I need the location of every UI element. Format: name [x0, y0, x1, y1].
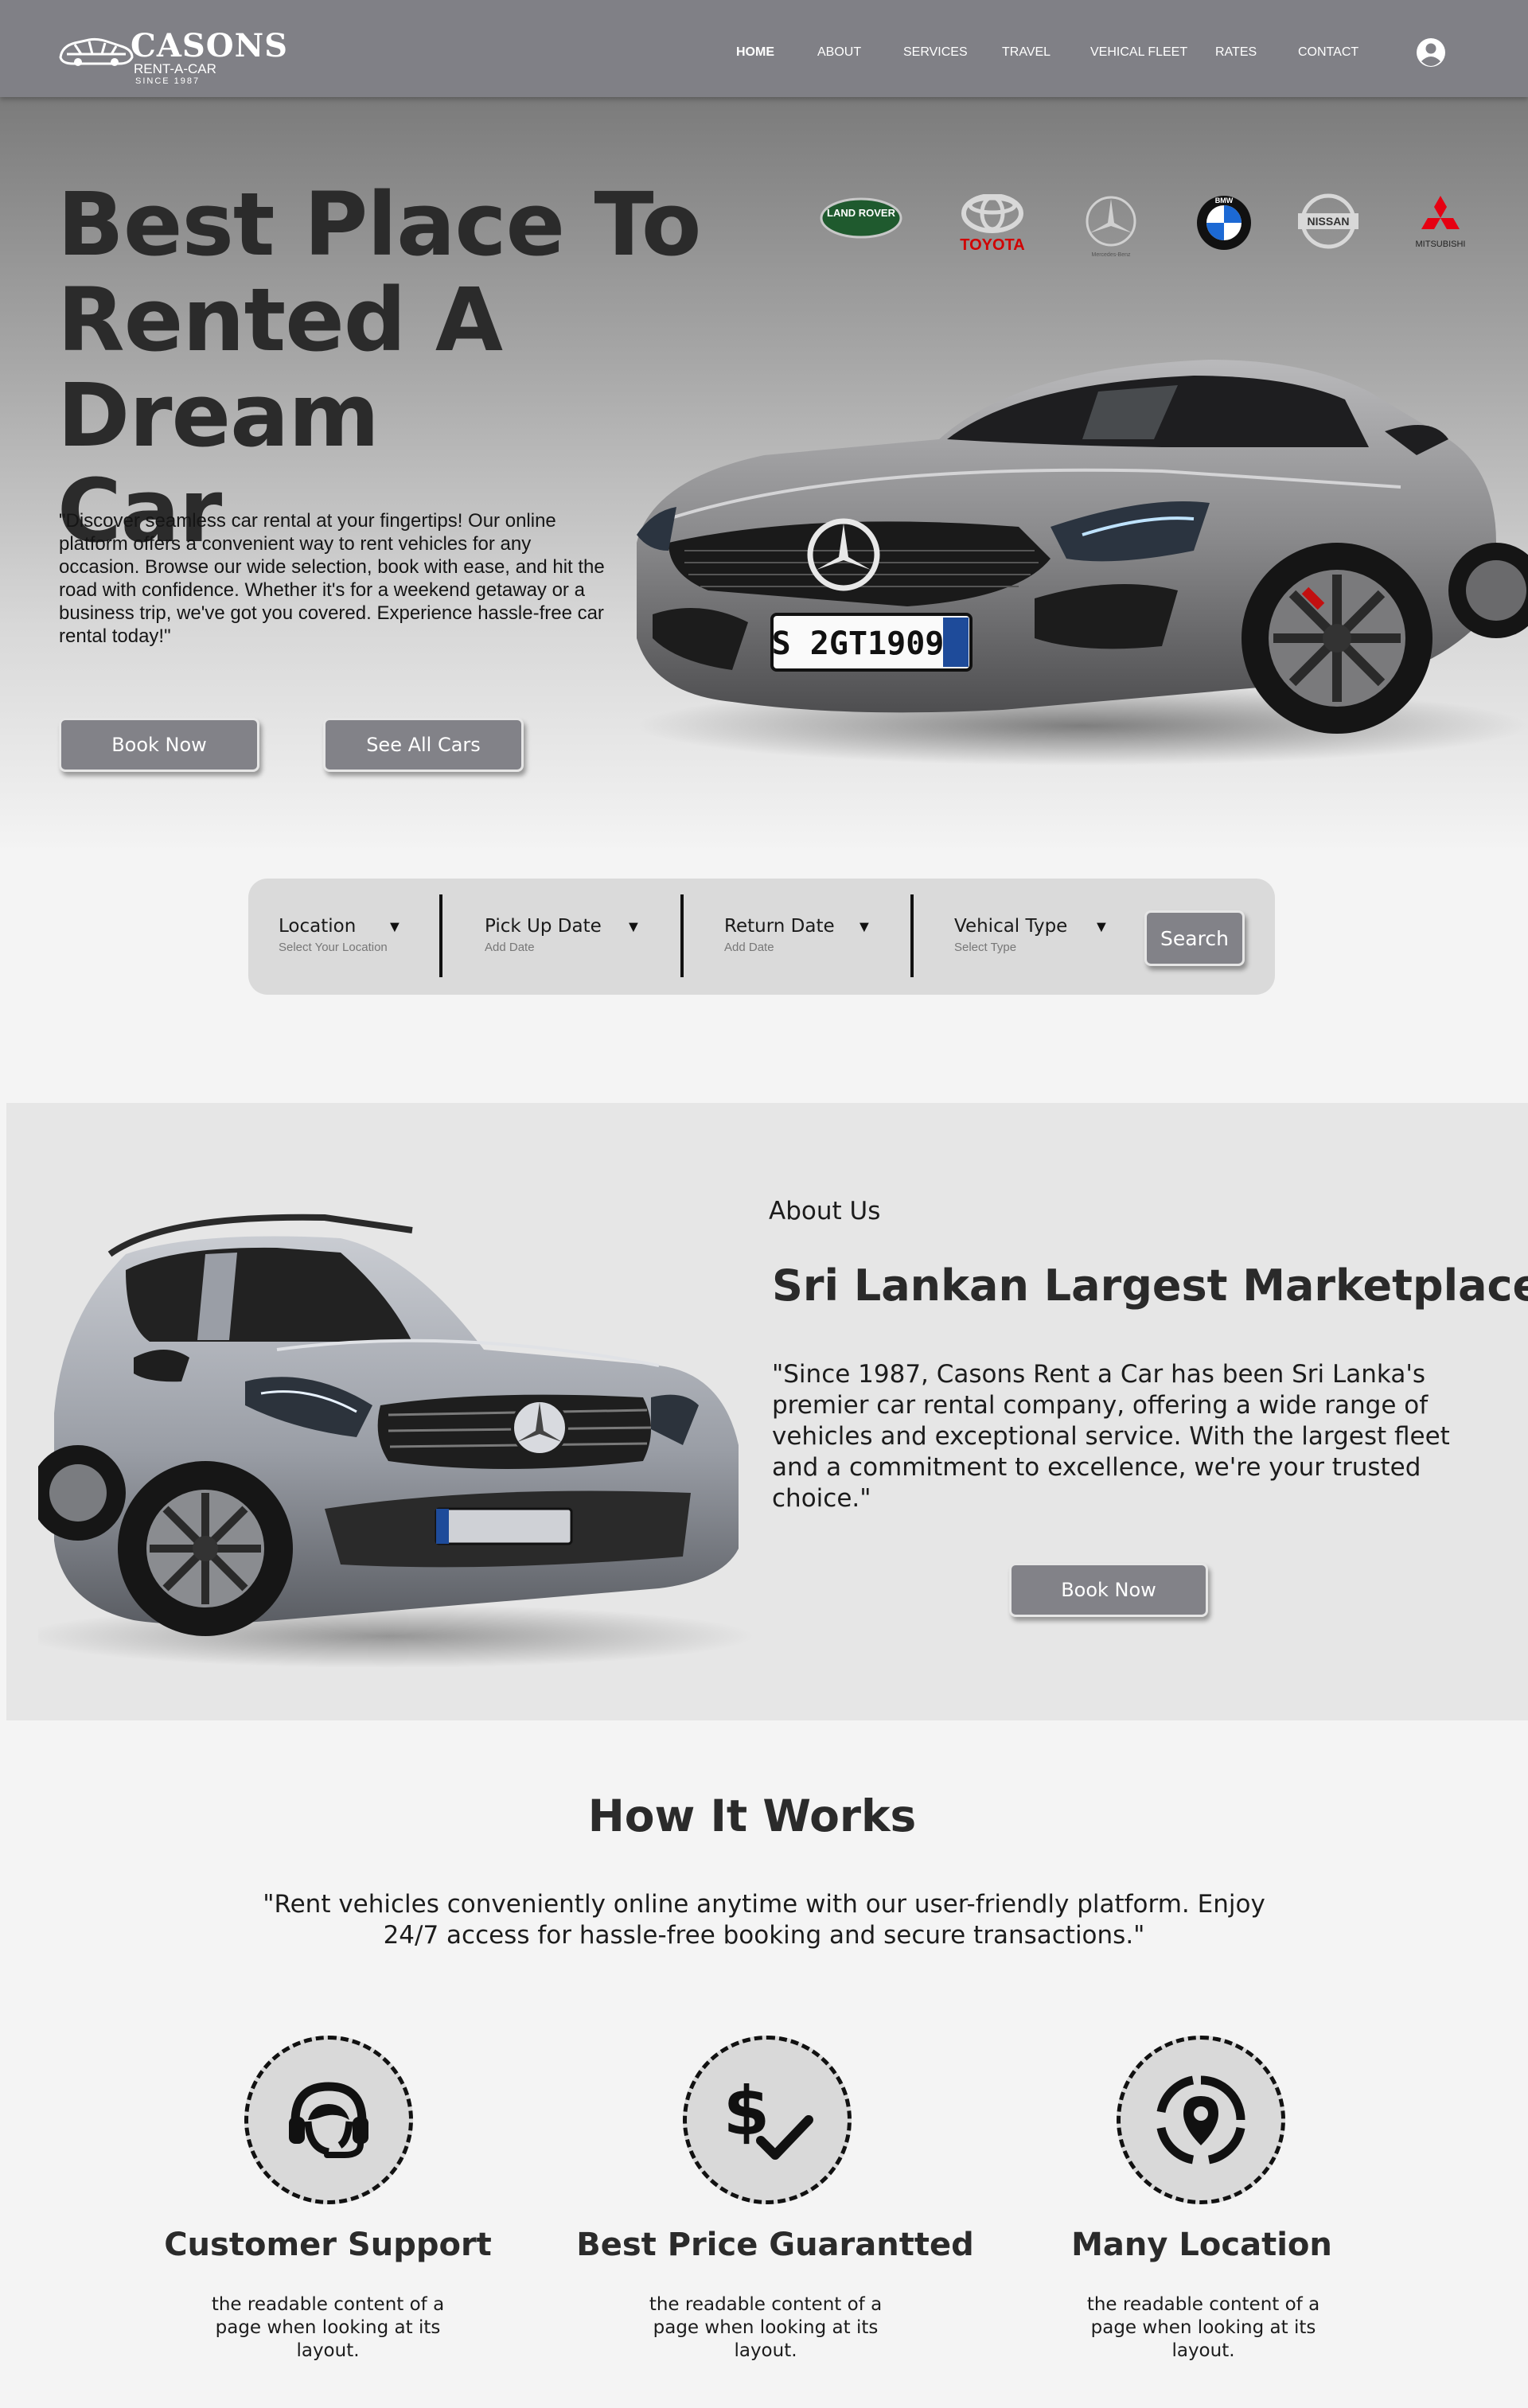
pickup-date-label: Pick Up Date: [485, 916, 602, 937]
nav-link-about[interactable]: ABOUT: [817, 45, 861, 60]
location-dropdown-arrow-icon[interactable]: ▼: [387, 918, 403, 937]
top-navbar: CASONS RENT-A-CAR SINCE 1987 HOME ABOUT …: [0, 0, 1528, 97]
logo-car-icon: [59, 37, 134, 66]
return-date-label: Return Date: [724, 916, 835, 937]
bmw-text: BMW: [1215, 197, 1234, 205]
bmw-logo: BMW: [1197, 196, 1251, 250]
headset-support-icon: [289, 2082, 368, 2158]
land-rover-text: LAND ROVER: [827, 207, 896, 219]
price-check-icon: $: [723, 2072, 813, 2160]
hero-title-line: Rented A Dream: [57, 269, 503, 466]
pickup-date-field[interactable]: Pick Up Date Add Date: [485, 915, 602, 954]
pickup-date-dropdown-arrow-icon[interactable]: ▼: [626, 918, 641, 937]
field-divider: [439, 894, 442, 977]
feature-text: the readable content of a page when look…: [1086, 2294, 1320, 2361]
location-pin-icon: [1156, 2075, 1245, 2164]
hero-description: "Discover seamless car rental at your fi…: [59, 510, 605, 647]
logo-name: CASONS: [131, 27, 289, 64]
feature-title: Customer Support: [164, 2227, 492, 2263]
casons-logo[interactable]: CASONS RENT-A-CAR SINCE 1987: [57, 27, 287, 88]
mitsubishi-logo: MITSUBISHI: [1416, 196, 1466, 249]
feature-title: Many Location: [1071, 2227, 1332, 2263]
about-description: "Since 1987, Casons Rent a Car has been …: [772, 1360, 1450, 1513]
about-section: About Us Sri Lankan Largest Marketplace …: [6, 1103, 1528, 1720]
user-circle-icon[interactable]: [1415, 37, 1447, 68]
mercedes-text: Mercedes-Benz: [1091, 252, 1131, 258]
land-rover-logo: LAND ROVER: [820, 197, 902, 239]
mercedes-logo: Mercedes-Benz: [1086, 196, 1136, 258]
hero-section: Best Place To Rented A Dream Car "Discov…: [0, 97, 1528, 853]
about-suv-image: [38, 1214, 754, 1668]
feature-text: the readable content of a page when look…: [649, 2294, 883, 2361]
nissan-text: NISSAN: [1308, 215, 1350, 228]
nav-link-home[interactable]: HOME: [736, 45, 774, 60]
vehical-type-label: Vehical Type: [954, 916, 1068, 937]
nav-link-contact[interactable]: CONTACT: [1298, 45, 1358, 60]
hero-title-line: Best Place To: [57, 173, 701, 275]
location-field[interactable]: Location Select Your Location: [279, 915, 388, 954]
hero-sports-car-image: S 2GT1909: [637, 360, 1528, 766]
location-sublabel: Select Your Location: [279, 941, 388, 954]
how-it-works-description: "Rent vehicles conveniently online anyti…: [263, 1890, 1265, 1950]
mitsubishi-text: MITSUBISHI: [1416, 240, 1466, 249]
pickup-date-sublabel: Add Date: [485, 941, 535, 954]
feature-best-price-circle: $: [683, 2036, 852, 2204]
return-date-dropdown-arrow-icon[interactable]: ▼: [856, 918, 872, 937]
see-all-cars-button[interactable]: See All Cars: [323, 718, 524, 772]
nav-link-rates[interactable]: RATES: [1215, 45, 1257, 60]
nav-link-services[interactable]: SERVICES: [903, 45, 968, 60]
field-divider: [910, 894, 914, 977]
feature-customer-support-circle: [244, 2036, 413, 2204]
about-kicker: About Us: [769, 1197, 881, 1225]
search-button[interactable]: Search: [1144, 910, 1245, 966]
search-panel: Location Select Your Location ▼ Pick Up …: [248, 879, 1275, 995]
nissan-logo: NISSAN: [1298, 193, 1358, 249]
location-label: Location: [279, 916, 357, 937]
nav-link-travel[interactable]: TRAVEL: [1002, 45, 1050, 60]
hero-book-now-button[interactable]: Book Now: [59, 718, 259, 772]
feature-many-location-circle: [1117, 2036, 1285, 2204]
toyota-text: TOYOTA: [960, 236, 1024, 253]
toyota-logo: TOYOTA: [960, 194, 1025, 253]
field-divider: [680, 894, 684, 977]
feature-text: the readable content of a page when look…: [211, 2294, 445, 2361]
vehical-type-sublabel: Select Type: [954, 941, 1017, 954]
nav-link-vehical-fleet[interactable]: VEHICAL FLEET: [1090, 45, 1187, 60]
vehical-type-field[interactable]: Vehical Type Select Type: [954, 915, 1067, 954]
vehical-type-dropdown-arrow-icon[interactable]: ▼: [1093, 918, 1109, 937]
how-it-works-title: How It Works: [587, 1790, 917, 1841]
feature-title: Best Price Guarantted: [576, 2227, 974, 2263]
return-date-sublabel: Add Date: [724, 941, 774, 954]
logo-since: SINCE 1987: [135, 76, 201, 86]
plate-text: S 2GT1909: [772, 625, 945, 662]
logo-subtitle: RENT-A-CAR: [134, 61, 216, 76]
about-book-now-button[interactable]: Book Now: [1009, 1563, 1208, 1617]
about-title: Sri Lankan Largest Marketplace: [772, 1260, 1528, 1311]
return-date-field[interactable]: Return Date Add Date: [724, 915, 835, 954]
